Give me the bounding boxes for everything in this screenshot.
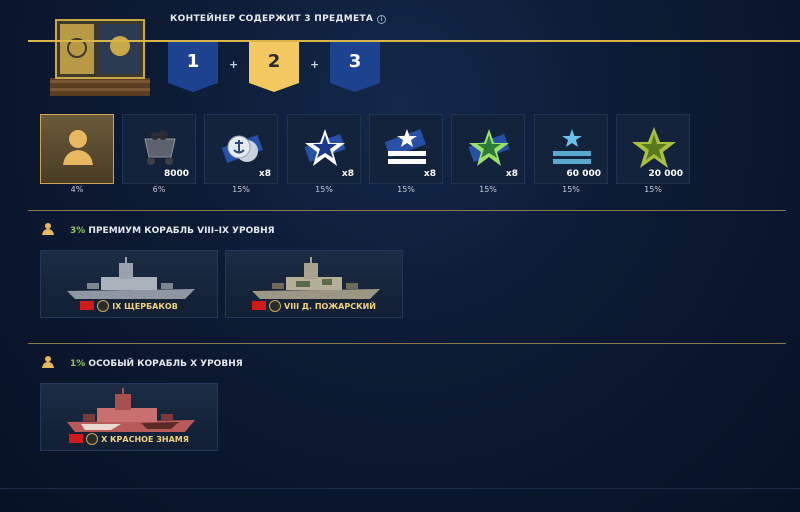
blue-star-icon: [304, 129, 346, 166]
green-star-icon: [468, 129, 510, 166]
ship-card-shcherbakov[interactable]: IX ЩЕРБАКОВ: [40, 250, 218, 318]
item-percent: 15%: [644, 185, 662, 194]
premium-badge-icon: [269, 300, 281, 312]
ussr-flag-icon: [80, 301, 95, 310]
premium-badge-icon: [97, 300, 110, 312]
section-header-special: 1% ОСОБЫЙ КОРАБЛЬ X УРОВНЯ: [40, 355, 243, 369]
reward-item-coal[interactable]: 8000: [122, 114, 196, 184]
reward-item-green-star[interactable]: x8: [451, 114, 525, 184]
item-quantity: 8000: [163, 169, 189, 179]
section-title: ОСОБЫЙ КОРАБЛЬ X УРОВНЯ: [88, 359, 243, 369]
item-percent: 15%: [479, 185, 497, 194]
container-title: КОНТЕЙНЕР СОДЕРЖИТ 3 ПРЕДМЕТА i: [170, 14, 387, 24]
special-badge-icon: [86, 433, 99, 445]
footer-divider: [0, 488, 800, 489]
item-percent: 15%: [315, 185, 333, 194]
item-percent: 15%: [397, 185, 415, 194]
section-title: ПРЕМИУМ КОРАБЛЬ VIII–IX УРОВНЯ: [88, 226, 275, 236]
header-divider: [28, 40, 800, 42]
ship-name: VIII Д. ПОЖАРСКИЙ: [284, 302, 376, 311]
reward-item-free-xp[interactable]: 60 000: [534, 114, 608, 184]
section-header-premium: 3% ПРЕМИУМ КОРАБЛЬ VIII–IX УРОВНЯ: [40, 222, 275, 236]
item-quantity: 20 000: [648, 169, 683, 179]
section-percent: 1%: [70, 359, 86, 369]
gold-star-icon: [632, 127, 676, 168]
star-stripes-icon: [384, 129, 426, 164]
ship-card-krasnoe-znamya[interactable]: X КРАСНОЕ ЗНАМЯ: [40, 383, 218, 451]
ship-image: [252, 257, 380, 299]
item-quantity: x8: [423, 169, 436, 179]
item-quantity: x8: [341, 169, 354, 179]
slot-2: 2: [249, 42, 299, 92]
item-quantity: x8: [505, 169, 518, 179]
free-xp-icon: [553, 129, 591, 164]
plus-sign: +: [229, 58, 239, 71]
ship-image: [67, 257, 195, 299]
item-percent: 6%: [152, 185, 166, 194]
section-divider: [28, 343, 786, 344]
silhouette-icon: [42, 223, 54, 235]
ship-card-pozharsky[interactable]: VIII Д. ПОЖАРСКИЙ: [225, 250, 403, 318]
reward-item-anchor-coins[interactable]: x8: [204, 114, 278, 184]
reward-item-blue-star[interactable]: x8: [287, 114, 361, 184]
ussr-flag-icon: [252, 301, 266, 310]
section-divider: [28, 210, 786, 211]
container-title-text: КОНТЕЙНЕР СОДЕРЖИТ 3 ПРЕДМЕТА: [170, 14, 374, 24]
section-percent: 3%: [70, 226, 86, 236]
ship-image: [67, 388, 195, 432]
info-icon[interactable]: i: [377, 15, 387, 24]
item-percent: 4%: [70, 185, 84, 194]
item-quantity: x8: [258, 169, 271, 179]
silhouette-icon: [42, 356, 54, 368]
reward-item-silhouette[interactable]: [40, 114, 114, 184]
item-percent: 15%: [562, 185, 580, 194]
ship-name-label: IX ЩЕРБАКОВ: [41, 300, 217, 312]
slot-3: 3: [330, 42, 380, 92]
ship-name: IX ЩЕРБАКОВ: [112, 302, 178, 311]
plus-sign: +: [310, 58, 320, 71]
silhouette-icon: [63, 130, 93, 165]
ussr-flag-icon: [69, 434, 84, 443]
coal-cart-icon: [144, 130, 176, 165]
ship-name: X КРАСНОЕ ЗНАМЯ: [101, 435, 189, 444]
item-quantity: 60 000: [566, 169, 601, 179]
reward-item-star-stripes[interactable]: x8: [369, 114, 443, 184]
ship-name-label: VIII Д. ПОЖАРСКИЙ: [226, 300, 402, 312]
item-percent: 15%: [232, 185, 250, 194]
container-crate-image: [50, 19, 150, 96]
reward-item-gold-star[interactable]: 20 000: [616, 114, 690, 184]
ship-name-label: X КРАСНОЕ ЗНАМЯ: [41, 433, 217, 445]
slot-1: 1: [168, 42, 218, 92]
anchor-coin-icon: [221, 134, 263, 163]
